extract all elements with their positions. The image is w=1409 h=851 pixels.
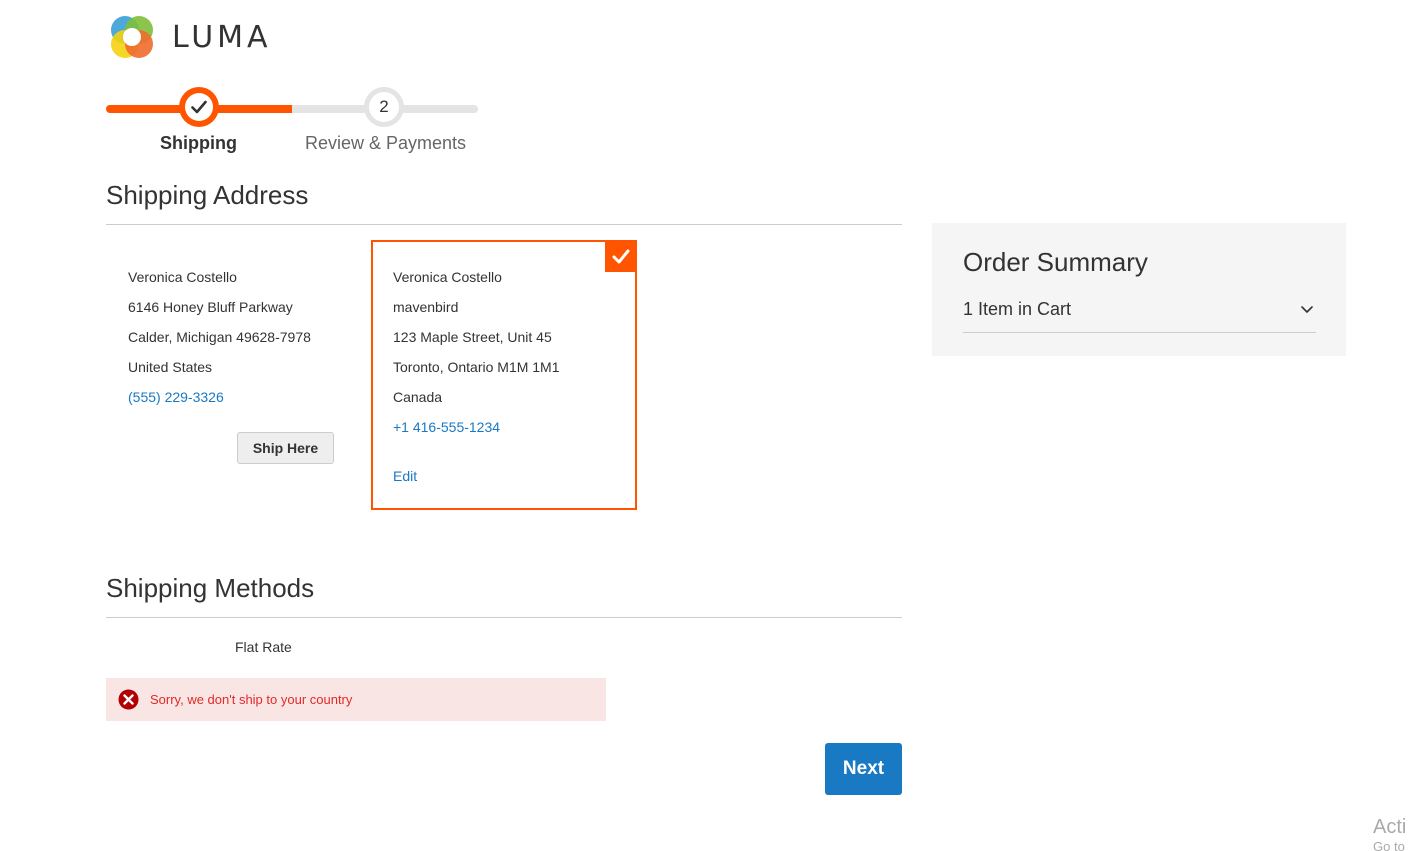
order-summary: Order Summary 1 Item in Cart [932,223,1346,356]
address-name: Veronica Costello [128,269,237,285]
ship-here-button[interactable]: Ship Here [237,432,334,464]
step-review-label: Review & Payments [305,133,467,153]
divider [106,617,902,618]
checkout-progress: 2 Shipping Review & Payments [106,86,478,166]
watermark-line2: Go to [1373,839,1405,851]
next-button[interactable]: Next [825,743,902,795]
address-street: 123 Maple Street, Unit 45 [393,329,552,345]
activation-watermark: Acti Go to [1373,814,1406,851]
step-shipping-dot[interactable] [179,87,219,127]
order-summary-title: Order Summary [963,247,1148,277]
luma-logo[interactable]: LUMA [106,11,272,63]
divider [106,224,902,225]
address-card-1: Veronica Costello 6146 Honey Bluff Parkw… [128,262,311,412]
address-phone-link[interactable]: (555) 229-3326 [128,389,224,405]
error-text: Sorry, we don't ship to your country [150,692,353,707]
address-company: mavenbird [393,299,459,315]
address-city: Calder, Michigan 49628-7978 [128,329,311,345]
step-review-number: 2 [369,92,399,122]
shipping-address-title: Shipping Address [106,180,309,210]
address-card-2: Veronica Costello mavenbird 123 Maple St… [393,262,560,442]
checkmark-icon [612,249,630,263]
step-shipping-label[interactable]: Shipping [160,133,237,154]
items-in-cart-toggle[interactable]: 1 Item in Cart [963,299,1316,333]
watermark-line1: Acti [1373,816,1407,838]
step-review-dot: 2 [364,87,404,127]
shipping-method-label: Flat Rate [235,639,292,655]
error-x-icon [118,689,139,710]
address-name: Veronica Costello [393,269,502,285]
luma-logo-icon [111,16,153,58]
checkmark-icon [191,100,207,114]
address-city: Toronto, Ontario M1M 1M1 [393,359,560,375]
brand-name: LUMA [172,19,272,55]
edit-address-link[interactable]: Edit [393,468,417,484]
selected-check-badge [605,240,637,272]
address-country: United States [128,359,213,375]
address-street: 6146 Honey Bluff Parkway [128,299,293,315]
shipping-methods-title: Shipping Methods [106,573,315,603]
chevron-down-icon [1301,306,1313,313]
address-country: Canada [393,389,443,405]
error-message: Sorry, we don't ship to your country [106,678,606,721]
items-in-cart-label: 1 Item in Cart [963,299,1072,319]
address-phone-link[interactable]: +1 416-555-1234 [393,419,500,435]
